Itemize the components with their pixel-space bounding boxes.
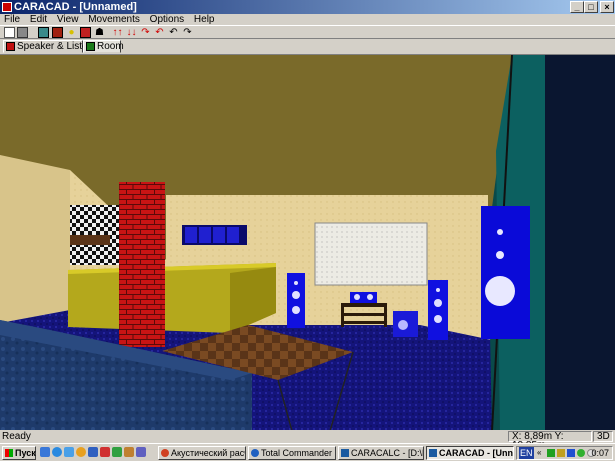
language-indicator[interactable]: EN — [519, 447, 534, 459]
tool-icon[interactable] — [136, 447, 146, 457]
rotate-left-icon[interactable]: ↶ — [154, 27, 165, 38]
title-bar: CARACAD - [Unnamed] _ □ × — [0, 0, 615, 14]
task-label: CARACALC - [D:\Progr... — [351, 448, 423, 458]
menu-file[interactable]: File — [0, 14, 23, 25]
mail-icon[interactable] — [88, 447, 98, 457]
network-icon[interactable] — [547, 449, 555, 457]
menu-view[interactable]: View — [53, 14, 82, 25]
task-label: CARACAD - [Unnam... — [439, 448, 513, 458]
menu-help[interactable]: Help — [190, 14, 218, 25]
toolbar: ● ☗ ↑↑ ↓↓ ↷ ↶ ↶ ↷ — [0, 25, 615, 39]
speaker-icon — [6, 42, 15, 51]
total-commander-icon — [251, 449, 259, 457]
status-bar: Ready X: 8,89m Y: 10,85m 3D — [0, 430, 615, 451]
windows-flag-icon — [5, 449, 13, 457]
menu-bar: File Edit View Movements Options Help — [0, 14, 615, 25]
app-quicklaunch-icon[interactable] — [112, 447, 122, 457]
task-caracalc[interactable]: CARACALC - [D:\Progr... — [338, 446, 424, 460]
menu-options[interactable]: Options — [146, 14, 187, 25]
desktop-icon[interactable] — [40, 447, 50, 457]
bulb-icon[interactable]: ● — [66, 27, 77, 38]
status-mode: 3D — [593, 431, 613, 442]
task-acoustic-calc[interactable]: Акустический расчёт... — [158, 446, 246, 460]
tab-label: Room — [97, 41, 124, 52]
view-tabs: Speaker & Listener Room — [0, 39, 615, 53]
menu-movements[interactable]: Movements — [84, 14, 143, 25]
listener-icon[interactable]: ☗ — [94, 27, 105, 38]
room-icon — [86, 42, 95, 51]
status-ready: Ready — [2, 431, 31, 442]
explorer-icon[interactable] — [64, 447, 74, 457]
task-label: Акустический расчёт... — [171, 448, 245, 458]
move-down-icon[interactable]: ↓↓ — [126, 27, 137, 38]
task-caracad[interactable]: CARACAD - [Unnam... — [426, 446, 514, 460]
clock: 0:07 — [591, 448, 609, 458]
tab-speaker-listener[interactable]: Speaker & Listener — [3, 40, 102, 53]
volume-icon[interactable] — [557, 449, 565, 457]
start-label: Пуск — [15, 448, 36, 458]
task-label: Total Commander 7.02... — [261, 448, 335, 458]
close-button[interactable]: × — [600, 1, 614, 13]
room-3d-scene — [0, 55, 615, 430]
print-icon[interactable] — [17, 27, 28, 38]
status-coordinates: X: 8,89m Y: 10,85m — [508, 431, 592, 451]
app-icon — [161, 449, 169, 457]
folder-icon[interactable] — [124, 447, 134, 457]
window-title: CARACAD - [Unnamed] — [14, 1, 137, 13]
room-icon[interactable] — [52, 27, 63, 38]
tab-room[interactable]: Room — [83, 40, 124, 53]
room-3d-viewport[interactable] — [0, 54, 615, 430]
status-icon[interactable] — [577, 449, 585, 457]
turn-listener-right-icon[interactable]: ↷ — [182, 27, 193, 38]
task-total-commander[interactable]: Total Commander 7.02... — [248, 446, 336, 460]
maximize-button[interactable]: □ — [584, 1, 598, 13]
app-icon[interactable] — [2, 2, 12, 12]
taskbar: Пуск Акустический расчёт... Total Comman… — [0, 443, 615, 461]
ie-icon[interactable] — [52, 447, 62, 457]
calculator-icon[interactable] — [38, 27, 49, 38]
caracalc-icon — [341, 449, 349, 457]
antivirus-icon[interactable] — [567, 449, 575, 457]
caracad-icon — [429, 449, 437, 457]
media-icon[interactable] — [100, 447, 110, 457]
rotate-right-icon[interactable]: ↷ — [140, 27, 151, 38]
menu-edit[interactable]: Edit — [26, 14, 50, 25]
move-up-icon[interactable]: ↑↑ — [112, 27, 123, 38]
speaker-icon[interactable] — [80, 27, 91, 38]
copy-icon[interactable] — [4, 27, 15, 38]
chevron-left-icon[interactable]: « — [537, 449, 545, 457]
turn-listener-left-icon[interactable]: ↶ — [168, 27, 179, 38]
start-button[interactable]: Пуск — [2, 446, 36, 460]
opera-icon[interactable] — [76, 447, 86, 457]
system-tray: EN « 0:07 — [516, 446, 613, 460]
minimize-button[interactable]: _ — [570, 1, 584, 13]
